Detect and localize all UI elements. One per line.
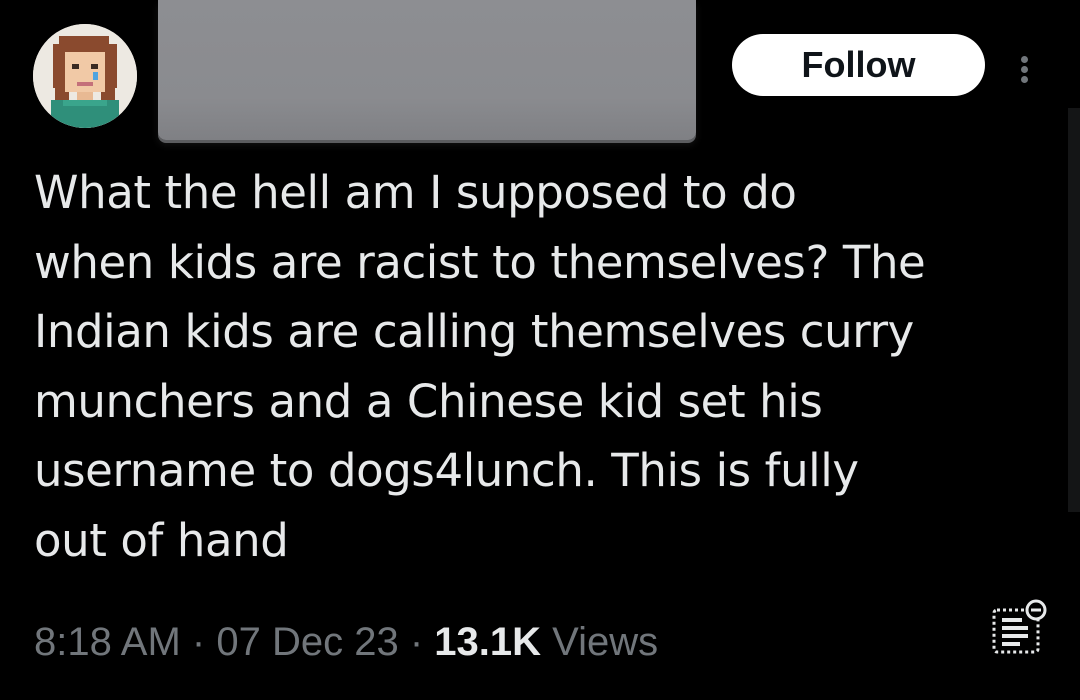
tweet-date[interactable]: 07 Dec 23: [216, 620, 398, 664]
more-vertical-icon-dot: [1021, 66, 1028, 73]
tweet-text: What the hell am I supposed to do when k…: [34, 166, 926, 567]
meta-separator: ·: [191, 620, 206, 664]
avatar[interactable]: [33, 24, 137, 128]
more-vertical-icon: [1021, 56, 1028, 63]
post-analytics-button[interactable]: [988, 596, 1050, 658]
tweet-meta: 8:18 AM · 07 Dec 23 · 13.1K Views: [34, 616, 658, 668]
views-count: 13.1K: [434, 620, 542, 664]
post-analytics-icon: [992, 599, 1047, 654]
views-label: Views: [552, 620, 659, 664]
pixel-art-avatar-icon: [33, 24, 137, 128]
more-vertical-icon-dot: [1021, 76, 1028, 83]
redacted-username: [158, 0, 696, 140]
right-edge: [1068, 108, 1080, 512]
meta-separator: ·: [409, 620, 424, 664]
follow-button[interactable]: Follow: [732, 34, 985, 96]
tweet-time[interactable]: 8:18 AM: [34, 620, 181, 664]
more-options-button[interactable]: [1008, 42, 1044, 88]
